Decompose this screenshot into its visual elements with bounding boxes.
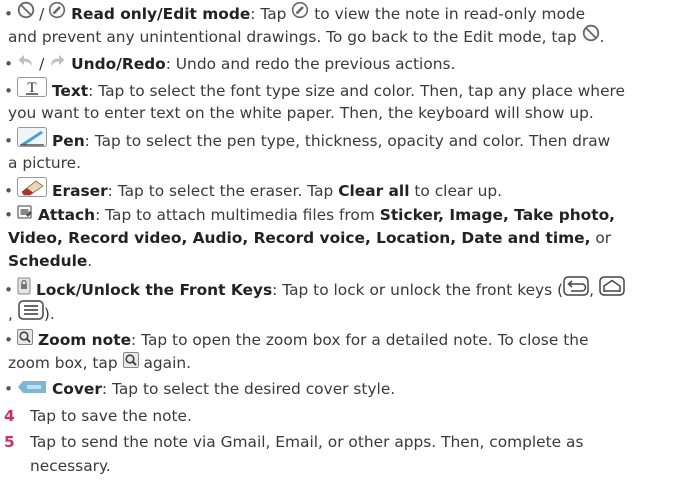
- lock-line-1: • Lock/Unlock the Front Keys: Tap to loc…: [0, 276, 625, 303]
- attach-icon: [17, 203, 33, 227]
- redo-arrow-icon: [48, 52, 66, 76]
- attach-line-3: Schedule.: [8, 252, 93, 270]
- pen-label: Pen: [51, 132, 85, 150]
- step-4: 4 Tap to save the note.: [0, 404, 192, 428]
- zoom-line-2: zoom box, tap again.: [8, 351, 191, 375]
- zoom-label: Zoom note: [37, 331, 132, 349]
- eraser-tool-icon: [17, 177, 48, 204]
- zoom-icon: [17, 328, 34, 352]
- text-tool-icon: T: [17, 77, 48, 104]
- lock-icon: [17, 277, 31, 302]
- read-only-line-2: and prevent any unintentional drawings. …: [8, 24, 604, 49]
- undo-redo-label: Undo/Redo: [71, 55, 166, 73]
- read-only-label: Read only/Edit mode: [71, 5, 251, 23]
- prohibit-icon: [582, 24, 600, 49]
- zoom-icon: [122, 351, 139, 375]
- step-number: 5: [4, 433, 15, 451]
- undo-arrow-icon: [17, 52, 35, 76]
- zoom-line-1: • Zoom note: Tap to open the zoom box fo…: [0, 328, 588, 352]
- step-number: 4: [4, 407, 15, 425]
- home-key-icon: [599, 276, 625, 303]
- lock-label: Lock/Unlock the Front Keys: [35, 281, 273, 299]
- pen-circle-icon: [48, 1, 66, 26]
- text-line-2: you want to enter text on the white pape…: [8, 104, 594, 122]
- cover-line: • Cover: Tap to select the desired cover…: [0, 377, 395, 401]
- eraser-line: • Eraser: Tap to select the eraser. Tap …: [0, 177, 502, 204]
- attach-label: Attach: [37, 206, 96, 224]
- attach-line-2: Video, Record video, Audio, Record voice…: [8, 229, 612, 247]
- cover-icon: [17, 377, 47, 401]
- lock-line-2: , ).: [8, 300, 55, 327]
- back-key-icon: [563, 276, 589, 303]
- pen-line-1: • Pen: Tap to select the pen type, thick…: [0, 127, 610, 154]
- undo-redo-line: • / Undo/Redo: Undo and redo the previous…: [0, 52, 455, 76]
- attach-line-1: • Attach: Tap to attach multimedia files…: [0, 203, 615, 227]
- step-5-line-1: 5 Tap to send the note via Gmail, Email, …: [0, 430, 583, 454]
- text-label: Text: [51, 82, 89, 100]
- menu-key-icon: [18, 300, 44, 327]
- clear-all-label: Clear all: [338, 182, 410, 200]
- read-only-line-1: • / Read only/Edit mode: Tap to view the …: [0, 1, 585, 26]
- pen-line-2: a picture.: [8, 154, 81, 172]
- pen-circle-icon: [291, 1, 309, 26]
- manual-page: • / Read only/Edit mode: Tap to view the …: [0, 0, 699, 492]
- step-5-line-2: necessary.: [30, 457, 111, 475]
- cover-label: Cover: [51, 380, 102, 398]
- eraser-label: Eraser: [51, 182, 108, 200]
- prohibit-icon: [17, 1, 35, 26]
- text-line-1: • T Text: Tap to select the font type siz…: [0, 77, 625, 104]
- pen-tool-icon: [17, 127, 48, 154]
